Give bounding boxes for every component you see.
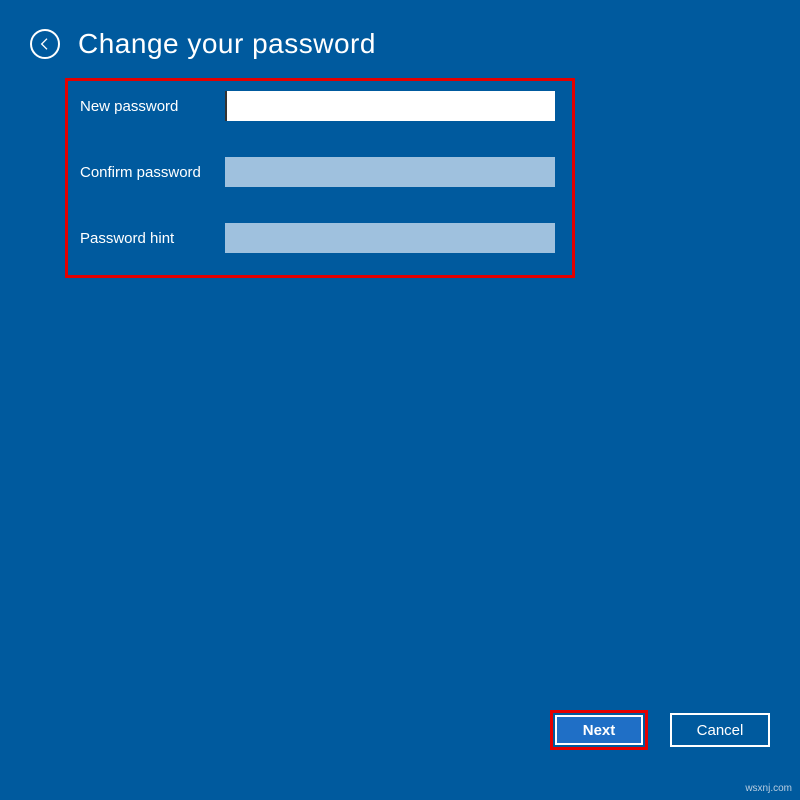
confirm-password-input[interactable] (225, 157, 555, 187)
back-button[interactable] (30, 29, 60, 59)
password-hint-row: Password hint (68, 223, 572, 253)
watermark: wsxnj.com (745, 783, 792, 794)
page-title: Change your password (78, 28, 376, 60)
new-password-label: New password (80, 98, 225, 115)
button-bar: Next Cancel (550, 710, 770, 750)
confirm-password-label: Confirm password (80, 164, 225, 181)
cancel-button[interactable]: Cancel (670, 713, 770, 747)
confirm-password-row: Confirm password (68, 157, 572, 187)
new-password-row: New password (68, 91, 572, 121)
password-hint-label: Password hint (80, 230, 225, 247)
password-hint-input[interactable] (225, 223, 555, 253)
arrow-left-icon (37, 36, 53, 52)
password-form: New password Confirm password Password h… (65, 78, 575, 278)
next-button-highlight: Next (550, 710, 648, 750)
next-button[interactable]: Next (555, 715, 643, 745)
new-password-input[interactable] (225, 91, 555, 121)
